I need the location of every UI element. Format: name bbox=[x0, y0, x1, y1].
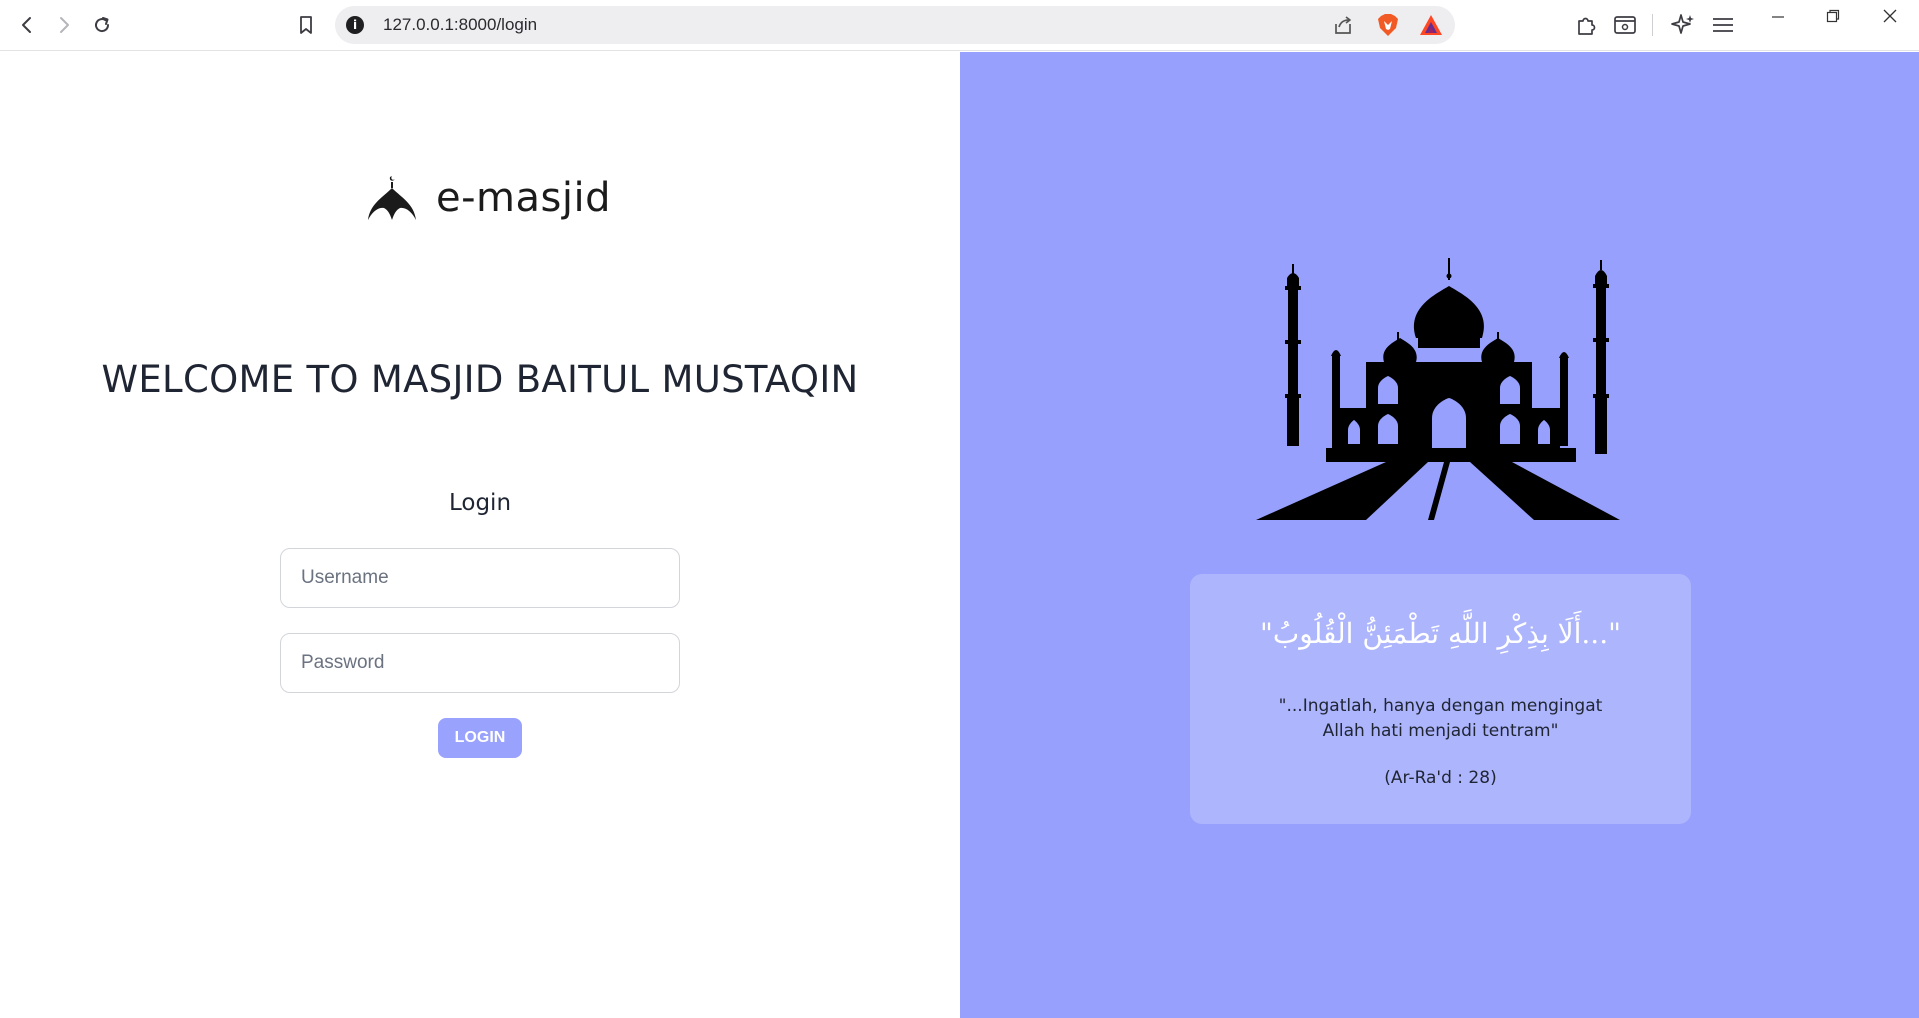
quote-arabic: "...أَلَا بِذِكْرِ اللَّهِ تَطْمَئِنُّ ا… bbox=[1260, 617, 1621, 650]
close-button[interactable] bbox=[1870, 4, 1910, 28]
brand-header: e-masjid bbox=[366, 174, 611, 222]
back-button[interactable] bbox=[12, 10, 42, 40]
mosque-silhouette-icon bbox=[1256, 258, 1620, 520]
reload-button[interactable] bbox=[87, 10, 117, 40]
quote-translation-line: Allah hati menjadi tentram" bbox=[1322, 721, 1559, 741]
close-icon bbox=[1883, 9, 1897, 23]
toolbar-divider bbox=[1652, 14, 1653, 36]
brand-name: e-masjid bbox=[436, 175, 611, 221]
browser-toolbar: i 127.0.0.1:8000/login bbox=[0, 0, 1919, 51]
restore-icon bbox=[1826, 9, 1840, 23]
bookmark-button[interactable] bbox=[291, 10, 321, 40]
bookmark-icon bbox=[300, 16, 312, 34]
restore-button[interactable] bbox=[1813, 4, 1853, 28]
menu-icon[interactable] bbox=[1710, 12, 1736, 38]
leo-ai-icon[interactable] bbox=[1670, 12, 1696, 38]
decor-panel bbox=[960, 52, 1919, 1018]
login-panel: e-masjid WELCOME TO MASJID BAITUL MUSTAQ… bbox=[0, 52, 960, 1018]
mosque-dome-icon bbox=[368, 176, 416, 220]
forward-arrow-icon bbox=[60, 17, 69, 33]
welcome-heading: WELCOME TO MASJID BAITUL MUSTAQIN bbox=[101, 358, 859, 401]
login-title: Login bbox=[448, 490, 512, 516]
password-input[interactable] bbox=[280, 633, 680, 693]
quote-card: "...أَلَا بِذِكْرِ اللَّهِ تَطْمَئِنُّ ا… bbox=[1190, 574, 1691, 824]
sidebar-panel-icon[interactable] bbox=[1612, 12, 1638, 38]
quote-translation-line: "...Ingatlah, hanya dengan mengingat bbox=[1278, 696, 1603, 716]
extensions-icon[interactable] bbox=[1574, 12, 1600, 38]
login-button[interactable]: LOGIN bbox=[438, 718, 522, 758]
url-text[interactable]: 127.0.0.1:8000/login bbox=[383, 15, 537, 35]
reload-icon bbox=[95, 17, 110, 33]
site-info-icon[interactable]: i bbox=[346, 16, 364, 34]
brave-shields-icon[interactable] bbox=[1377, 13, 1399, 37]
back-arrow-icon bbox=[22, 17, 31, 33]
quote-reference: (Ar-Ra'd : 28) bbox=[1384, 768, 1497, 788]
quote-translation: "...Ingatlah, hanya dengan mengingat All… bbox=[1190, 694, 1691, 744]
forward-button[interactable] bbox=[49, 10, 79, 40]
share-icon[interactable] bbox=[1332, 14, 1354, 36]
username-input[interactable] bbox=[280, 548, 680, 608]
address-bar[interactable]: i 127.0.0.1:8000/login bbox=[335, 6, 1455, 44]
brave-rewards-icon[interactable] bbox=[1419, 14, 1443, 36]
minimize-button[interactable] bbox=[1758, 4, 1798, 28]
minimize-icon bbox=[1772, 16, 1784, 18]
